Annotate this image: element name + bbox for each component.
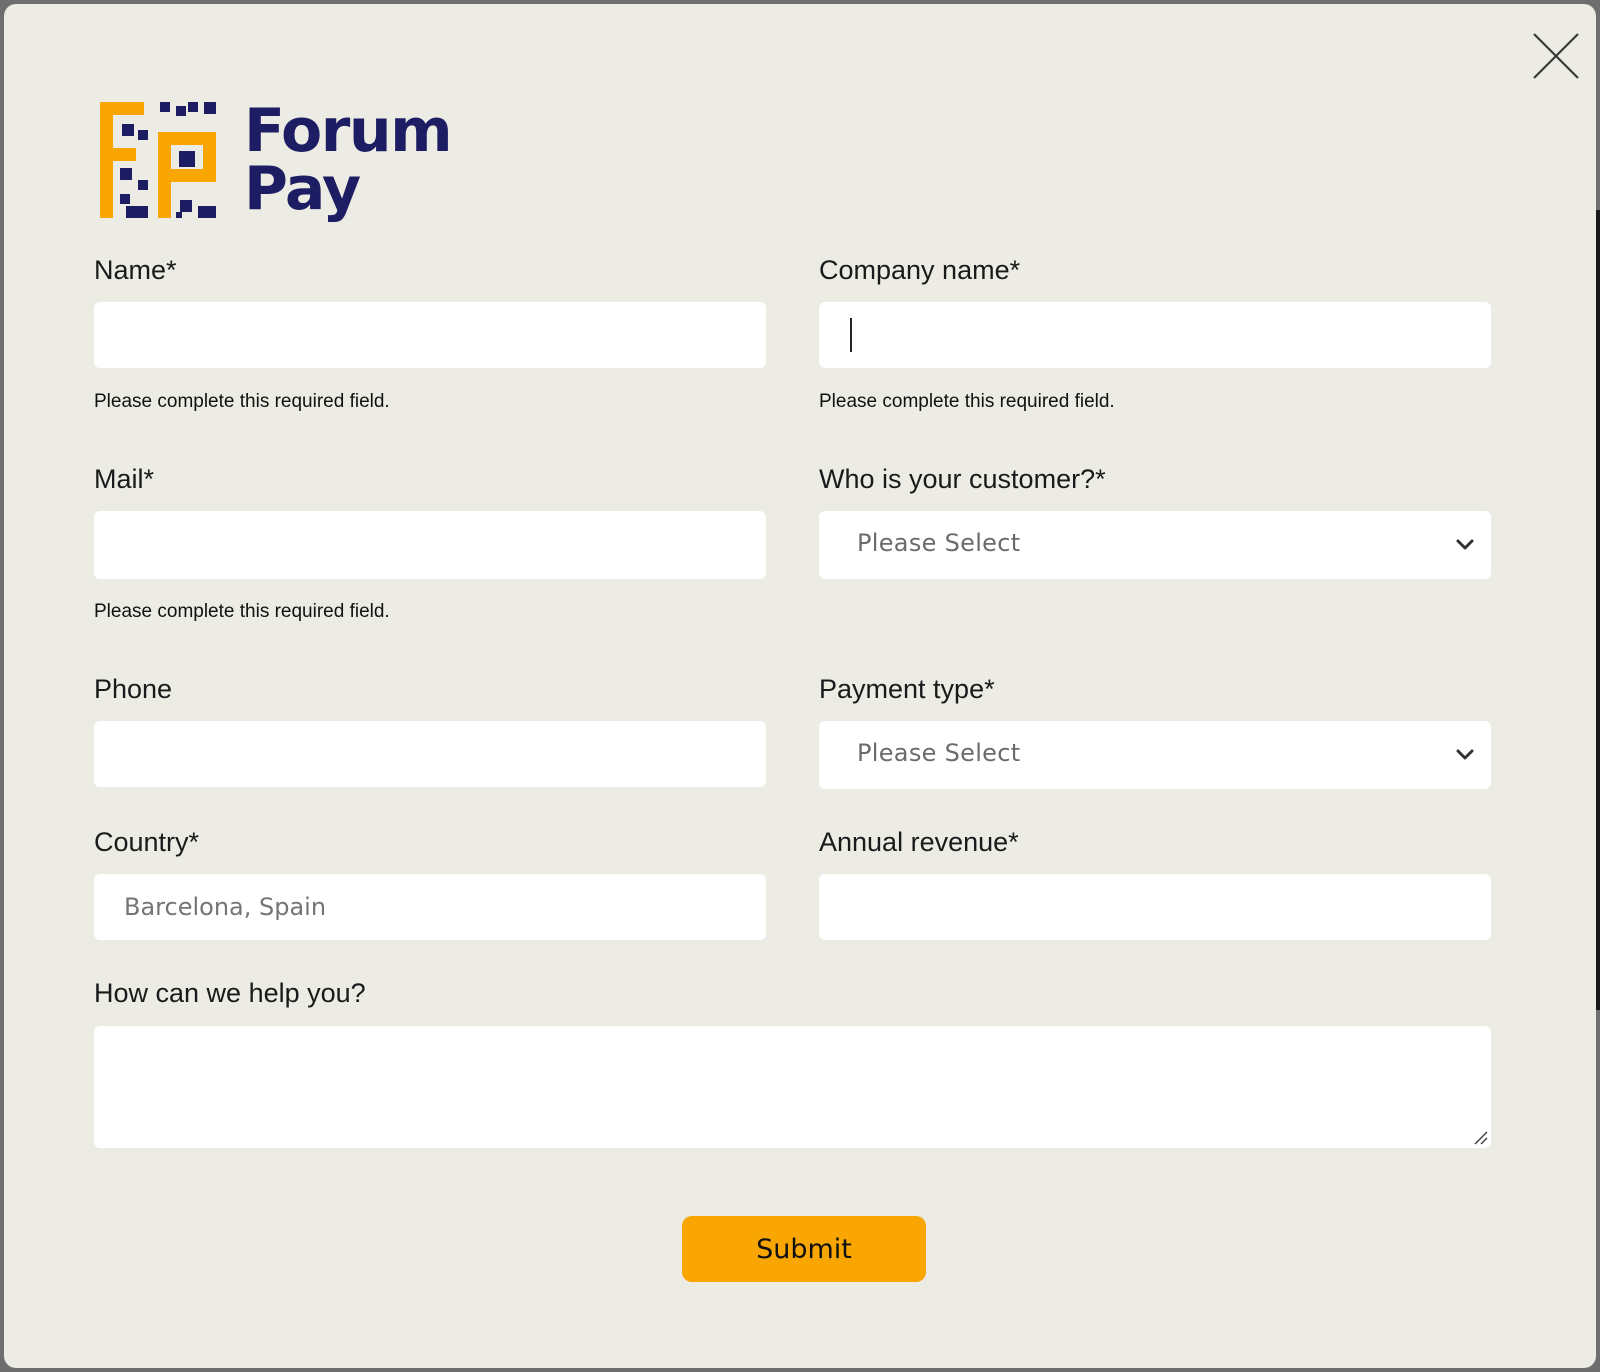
payment-type-selected: Please Select bbox=[857, 739, 1021, 767]
mail-label: Mail* bbox=[94, 464, 155, 494]
company-name-label: Company name* bbox=[819, 255, 1021, 285]
resize-handle-icon[interactable] bbox=[1473, 1130, 1489, 1146]
chevron-down-icon bbox=[1456, 539, 1474, 550]
annual-revenue-label: Annual revenue* bbox=[819, 827, 1019, 857]
phone-field[interactable] bbox=[94, 721, 766, 787]
payment-type-label: Payment type* bbox=[819, 674, 995, 704]
phone-label: Phone bbox=[94, 674, 173, 704]
mail-field[interactable] bbox=[94, 511, 766, 579]
country-field[interactable] bbox=[94, 874, 766, 940]
forumpay-logo: Forum Pay bbox=[100, 96, 453, 224]
name-label: Name* bbox=[94, 255, 177, 285]
submit-button[interactable]: Submit bbox=[682, 1216, 926, 1282]
logo-line-1: Forum bbox=[244, 96, 453, 166]
name-error: Please complete this required field. bbox=[94, 391, 390, 412]
help-label: How can we help you? bbox=[94, 978, 366, 1008]
name-field[interactable] bbox=[94, 302, 766, 368]
customer-type-label: Who is your customer?* bbox=[819, 464, 1106, 494]
logo-wordmark: Forum Pay bbox=[244, 96, 453, 224]
text-caret bbox=[850, 318, 852, 352]
company-name-error: Please complete this required field. bbox=[819, 391, 1115, 412]
logo-line-2: Pay bbox=[244, 154, 361, 224]
country-label: Country* bbox=[94, 827, 200, 857]
close-icon bbox=[1533, 33, 1579, 79]
forumpay-qr-logo-icon bbox=[100, 102, 216, 218]
annual-revenue-field[interactable] bbox=[819, 874, 1491, 940]
customer-type-selected: Please Select bbox=[857, 529, 1021, 557]
customer-type-select[interactable]: Please Select bbox=[819, 511, 1491, 579]
company-name-field[interactable] bbox=[819, 302, 1491, 368]
mail-error: Please complete this required field. bbox=[94, 601, 390, 622]
contact-form-modal: Forum Pay Name* Please complete this req… bbox=[4, 4, 1596, 1368]
close-button[interactable] bbox=[1528, 28, 1584, 84]
chevron-down-icon bbox=[1456, 749, 1474, 760]
payment-type-select[interactable]: Please Select bbox=[819, 721, 1491, 789]
help-textarea[interactable] bbox=[94, 1026, 1491, 1148]
